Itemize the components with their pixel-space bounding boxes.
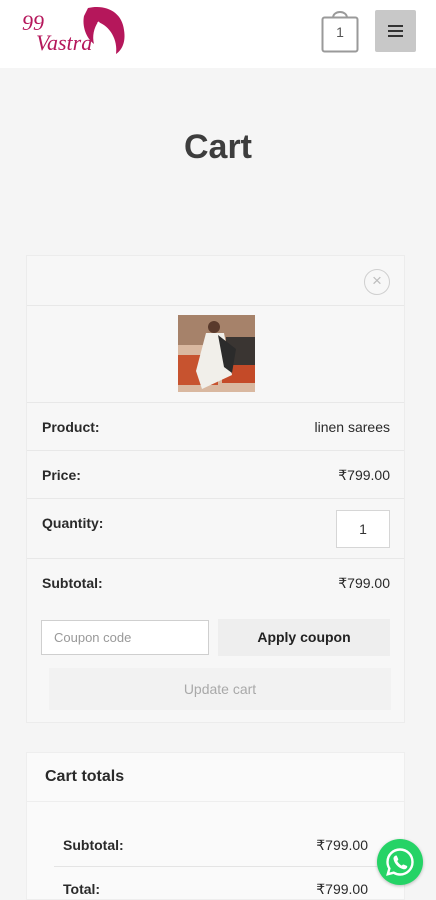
price-row: Price: ₹799.00	[27, 451, 404, 499]
totals-subtotal-value: ₹799.00	[316, 837, 368, 853]
totals-total-value: ₹799.00	[316, 881, 368, 897]
totals-subtotal-row: Subtotal: ₹799.00	[54, 823, 377, 867]
whatsapp-icon	[386, 848, 414, 876]
update-cart-button[interactable]: Update cart	[49, 668, 391, 710]
price-value: ₹799.00	[338, 467, 390, 483]
whatsapp-chat-button[interactable]	[377, 839, 423, 885]
divider	[27, 801, 404, 802]
cart-totals-title: Cart totals	[45, 768, 125, 785]
logo-name: Vastra	[36, 30, 93, 55]
product-label: Product:	[42, 419, 100, 435]
hamburger-icon-line	[388, 25, 403, 27]
totals-total-label: Total:	[63, 881, 101, 897]
cart-totals: Cart totals Subtotal: ₹799.00 Total: ₹79…	[26, 752, 405, 900]
apply-coupon-button[interactable]: Apply coupon	[218, 619, 390, 656]
product-thumbnail[interactable]	[178, 315, 255, 392]
cart-button[interactable]: 1	[321, 8, 359, 53]
hamburger-icon-line	[388, 35, 403, 37]
site-header: 99 Vastra 1	[0, 0, 436, 68]
hamburger-icon-line	[388, 30, 403, 32]
product-thumbnail-row	[27, 306, 404, 403]
quantity-input[interactable]: 1	[336, 510, 390, 548]
subtotal-value: ₹799.00	[338, 575, 390, 591]
remove-item-button[interactable]: ×	[364, 269, 390, 295]
product-row: Product: linen sarees	[27, 403, 404, 451]
close-icon: ×	[372, 271, 382, 290]
product-name-link[interactable]: linen sarees	[315, 419, 391, 435]
coupon-code-input[interactable]: Coupon code	[41, 620, 209, 655]
page-title: Cart	[183, 128, 253, 166]
menu-button[interactable]	[375, 10, 416, 52]
quantity-label: Quantity:	[42, 515, 104, 531]
site-logo[interactable]: 99 Vastra	[18, 4, 130, 60]
subtotal-label: Subtotal:	[42, 575, 103, 591]
subtotal-row: Subtotal: ₹799.00	[27, 559, 404, 607]
totals-subtotal-label: Subtotal:	[63, 837, 124, 853]
cart-table: × Product: linen sarees Price: ₹799.00 Q…	[26, 255, 405, 723]
totals-total-row: Total: ₹799.00	[54, 867, 377, 900]
price-label: Price:	[42, 467, 81, 483]
remove-row: ×	[27, 256, 404, 306]
cart-count: 1	[336, 24, 344, 40]
quantity-row: Quantity: 1	[27, 499, 404, 559]
